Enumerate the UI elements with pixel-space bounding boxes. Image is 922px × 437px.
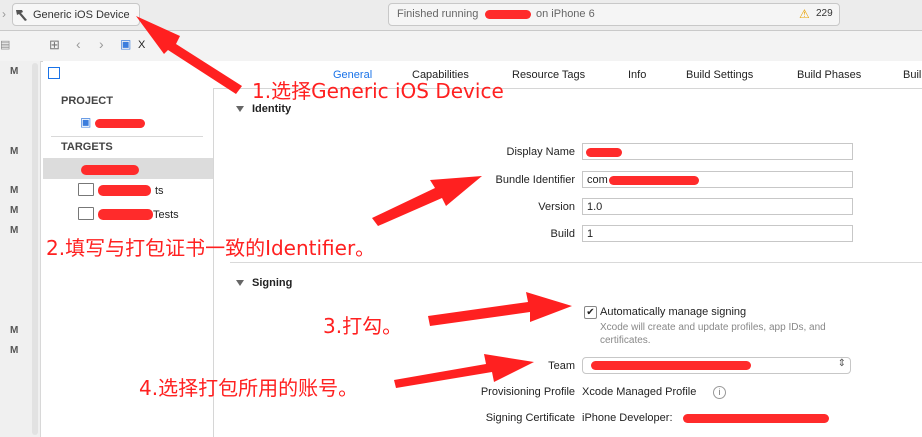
left-gutter: M M M M M M M (0, 61, 41, 437)
gutter-scrollbar[interactable] (32, 63, 38, 435)
redaction-mark (98, 209, 153, 220)
redaction-mark (81, 165, 139, 175)
warning-count[interactable]: 229 (816, 8, 833, 19)
back-arrow-icon[interactable]: ‹ (76, 36, 81, 52)
hammer-icon (16, 9, 27, 21)
redaction-mark (591, 361, 751, 370)
scm-modified-mark: M (10, 66, 19, 77)
redaction-mark (98, 185, 151, 196)
identity-section-title: Identity (252, 103, 292, 115)
version-value: 1.0 (587, 201, 603, 213)
redaction-mark (586, 148, 622, 157)
redaction-mark[interactable] (95, 119, 145, 128)
targets-header: TARGETS (61, 141, 113, 153)
provisioning-profile-label: Provisioning Profile (480, 386, 575, 398)
scm-modified-mark: M (10, 146, 19, 157)
target-item[interactable]: Tests (43, 206, 213, 226)
tab-build-phases[interactable]: Build Phases (797, 69, 861, 81)
scheme-destination-label: Generic iOS Device (33, 8, 130, 21)
tab-build-settings[interactable]: Build Settings (686, 69, 753, 81)
display-name-field[interactable] (582, 143, 853, 160)
status-suffix: on iPhone 6 (536, 8, 595, 20)
annotation-step-1: 1.选择Generic iOS Device (252, 79, 504, 103)
signing-certificate-value: iPhone Developer: (582, 412, 673, 424)
warning-icon[interactable]: ⚠ (799, 7, 810, 21)
build-field[interactable]: 1 (582, 225, 853, 242)
display-name-label: Display Name (506, 146, 575, 158)
info-icon[interactable]: i (713, 386, 726, 399)
forward-arrow-icon[interactable]: › (99, 36, 104, 52)
annotation-step-4: 4.选择打包所用的账号。 (139, 376, 359, 400)
annotation-step-2: 2.填写与打包证书一致的Identifier。 (46, 236, 376, 260)
scm-modified-mark: M (10, 205, 19, 216)
version-label: Version (538, 201, 575, 213)
signing-section-title: Signing (252, 277, 293, 289)
tab-resource-tags[interactable]: Resource Tags (512, 69, 585, 81)
auto-signing-description: Xcode will create and update profiles, a… (600, 322, 826, 333)
folder-icon (78, 183, 94, 196)
disclosure-triangle-icon[interactable] (236, 280, 244, 286)
auto-signing-description-2: certificates. (600, 335, 651, 346)
bundle-identifier-field[interactable]: com (582, 171, 853, 188)
bundle-identifier-value: com (587, 174, 608, 186)
section-divider (230, 262, 922, 263)
build-value: 1 (587, 228, 594, 240)
team-label: Team (548, 360, 575, 372)
target-item[interactable]: ts (43, 182, 213, 202)
folder-icon (78, 207, 94, 220)
redaction-mark (485, 10, 531, 19)
provisioning-profile-value: Xcode Managed Profile (582, 386, 697, 398)
target-item-label: Tests (153, 209, 179, 221)
jump-bar-file-label[interactable]: X (138, 39, 145, 51)
arrow-3 (428, 292, 572, 326)
disclosure-triangle-icon[interactable] (236, 106, 244, 112)
tab-info[interactable]: Info (628, 69, 646, 81)
signing-certificate-label: Signing Certificate (485, 412, 575, 424)
scm-modified-mark: M (10, 325, 19, 336)
toolbar: › Generic iOS Device Finished running on… (0, 0, 922, 31)
status-prefix: Finished running (397, 8, 479, 20)
scm-modified-mark: M (10, 225, 19, 236)
team-popup[interactable]: ⇕ (582, 357, 851, 374)
sidebar-divider (51, 136, 203, 137)
scm-modified-mark: M (10, 345, 19, 356)
target-item-selected[interactable] (43, 158, 213, 179)
version-field[interactable]: 1.0 (582, 198, 853, 215)
chevron-right-icon[interactable]: › (2, 7, 6, 21)
redaction-mark (683, 414, 829, 423)
auto-signing-label[interactable]: Automatically manage signing (600, 306, 746, 318)
sidebar-toggle-icon[interactable] (48, 67, 60, 79)
target-item-label: ts (155, 185, 164, 197)
redaction-mark (609, 176, 699, 185)
document-icon: ▤ (0, 39, 11, 51)
tab-build-rules[interactable]: Buil (903, 69, 921, 81)
auto-signing-checkbox[interactable]: ✔ (584, 306, 597, 319)
bundle-identifier-label: Bundle Identifier (495, 174, 576, 186)
project-header: PROJECT (61, 95, 113, 107)
project-file-icon: ▣ (120, 37, 132, 51)
annotation-step-3: 3.打勾。 (323, 314, 403, 338)
scm-modified-mark: M (10, 185, 19, 196)
popup-chevron-icon: ⇕ (837, 358, 846, 369)
related-items-grid-icon[interactable]: ⊞ (49, 37, 60, 53)
activity-status: Finished running on iPhone 6 ⚠ 229 (388, 3, 840, 26)
scheme-destination-button[interactable]: Generic iOS Device (12, 3, 140, 26)
jump-bar: ▤ ⊞ ‹ › ▣ X (0, 31, 922, 62)
build-label: Build (550, 228, 575, 240)
project-file-icon: ▣ (80, 115, 92, 129)
